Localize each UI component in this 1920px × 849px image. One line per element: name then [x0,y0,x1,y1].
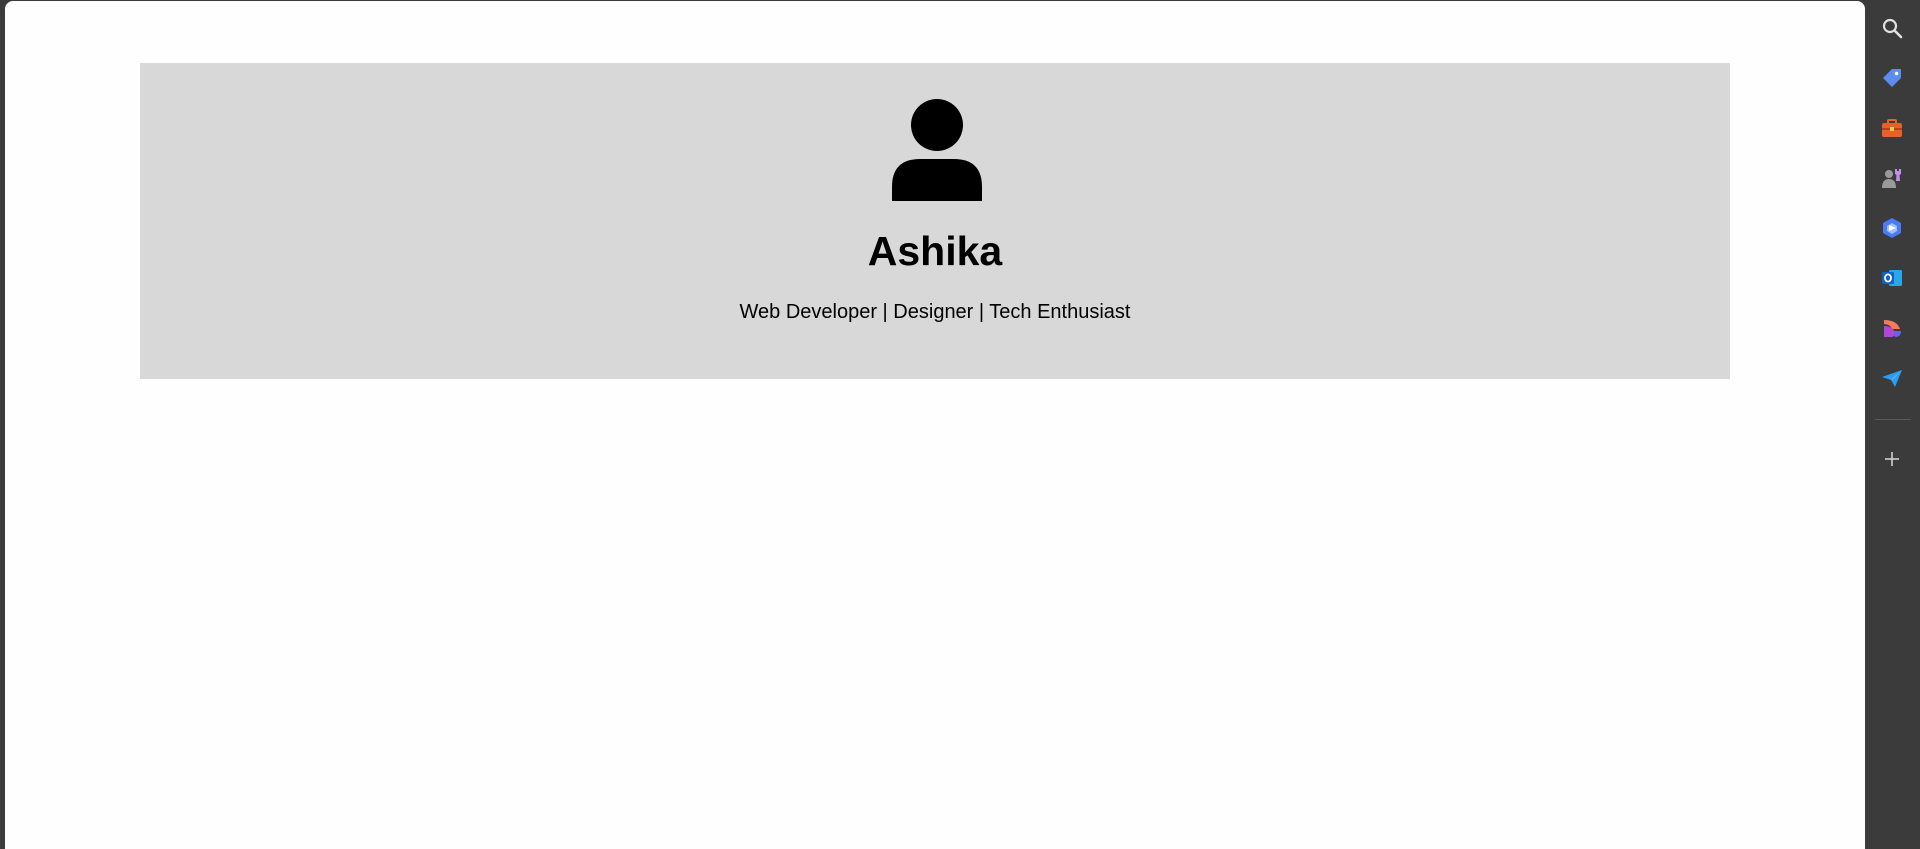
browser-page: Ashika Web Developer | Designer | Tech E… [5,1,1865,849]
user-avatar-icon [892,99,982,201]
profile-header: Ashika Web Developer | Designer | Tech E… [140,63,1730,379]
sidebar-add-button[interactable] [1876,443,1908,475]
sidebar-games-button[interactable] [1876,162,1908,194]
send-icon [1882,370,1902,387]
sidebar-outlook-button[interactable] [1876,262,1908,294]
profile-tagline: Web Developer | Designer | Tech Enthusia… [739,301,1131,323]
search-icon [1882,18,1903,39]
sidebar-designer-button[interactable] [1876,312,1908,344]
outlook-icon [1882,270,1902,286]
games-icon [1882,169,1901,188]
sidebar-search-button[interactable] [1876,12,1908,44]
sidebar-send-button[interactable] [1876,362,1908,394]
sidebar-shopping-button[interactable] [1876,62,1908,94]
sidebar-divider [1875,419,1911,420]
tag-icon [1883,69,1901,87]
sidebar-tools-button[interactable] [1876,112,1908,144]
profile-name: Ashika [867,228,1003,274]
add-icon [1885,452,1899,466]
edge-sidebar [1865,0,1920,849]
briefcase-icon [1882,119,1902,137]
sidebar-copilot-button[interactable] [1876,212,1908,244]
copilot-icon [1883,218,1901,238]
designer-icon [1884,320,1901,337]
